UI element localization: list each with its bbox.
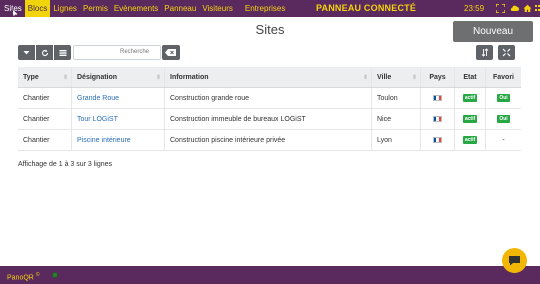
list-icon <box>59 49 66 56</box>
column-header-type[interactable]: Type ⇕ <box>18 67 71 87</box>
cell-favori: Oui <box>485 88 521 108</box>
cell-ville: Toulon <box>371 88 420 108</box>
cell-pays <box>420 130 454 150</box>
favorite-badge: Oui <box>497 115 510 123</box>
cell-designation-link[interactable]: Piscine intérieure <box>71 130 164 150</box>
column-header-favori[interactable]: Favori <box>485 67 521 87</box>
nav-visiteurs[interactable]: Visiteurs <box>199 0 236 17</box>
cloud-icon[interactable] <box>510 4 519 13</box>
sort-button[interactable] <box>476 45 493 60</box>
column-header-information[interactable]: Information ⇕ <box>164 67 371 87</box>
nav-panneau[interactable]: Panneau <box>161 0 199 17</box>
cell-information: Construction immeuble de bureaux LOGiST <box>164 109 371 129</box>
sort-arrows-icon <box>481 48 488 58</box>
cell-favori: - <box>485 130 521 150</box>
sort-icon: ⇕ <box>411 75 417 81</box>
fullscreen-icon[interactable] <box>495 3 506 14</box>
copyright-mark: © <box>35 272 40 278</box>
nav-permis[interactable]: Permis <box>80 0 111 17</box>
table-row[interactable]: Chantier Piscine intérieure Construction… <box>18 130 521 151</box>
table-header-row: Type ⇕ Désignation ⇕ Information ⇕ Ville ⇕ P… <box>18 67 521 88</box>
cell-type: Chantier <box>23 136 50 144</box>
nav-sites[interactable]: Sites <box>0 0 25 17</box>
sort-icon: ⇕ <box>62 75 68 81</box>
app-brand-title: PANNEAU CONNECTÉ <box>316 3 417 13</box>
new-site-button[interactable]: Nouveau <box>453 21 533 42</box>
cell-etat: actif <box>454 130 485 150</box>
table-row[interactable]: Chantier Tour LOGiST Construction immeub… <box>18 109 521 130</box>
column-header-pays[interactable]: Pays <box>420 67 454 87</box>
backspace-icon <box>165 49 176 56</box>
apps-icon[interactable] <box>535 4 540 13</box>
cell-etat: actif <box>454 109 485 129</box>
search-input[interactable]: Recherche <box>73 45 161 60</box>
clear-search-button[interactable] <box>162 45 180 60</box>
cell-ville: Lyon <box>371 130 420 150</box>
france-flag-icon <box>433 116 442 122</box>
cell-favori: Oui <box>485 109 521 129</box>
status-badge: actif <box>462 94 478 102</box>
sort-icon: ⇕ <box>362 75 368 81</box>
column-header-etat[interactable]: Etat <box>454 67 485 87</box>
sites-table: Type ⇕ Désignation ⇕ Information ⇕ Ville ⇕ P… <box>18 67 521 151</box>
nav-blocs[interactable]: Blocs <box>24 0 51 17</box>
column-header-designation[interactable]: Désignation ⇕ <box>71 67 164 87</box>
nav-lignes[interactable]: Lignes <box>50 0 80 17</box>
nav-evenements[interactable]: Evènements <box>111 0 161 17</box>
cell-pays <box>420 109 454 129</box>
sort-icon: ⇕ <box>155 75 161 81</box>
cell-pays <box>420 88 454 108</box>
cell-type: Chantier <box>23 115 50 123</box>
fullscreen-table-button[interactable] <box>498 45 515 60</box>
cell-information: Construction piscine intérieure privée <box>164 130 371 150</box>
chat-button[interactable] <box>502 248 527 273</box>
refresh-button[interactable] <box>36 45 53 60</box>
clock: 23:59 <box>464 4 485 13</box>
top-navbar: Sites Blocs Lignes Permis Evènements Pan… <box>0 0 540 17</box>
cell-type: Chantier <box>23 94 50 102</box>
cell-etat: actif <box>454 88 485 108</box>
france-flag-icon <box>433 95 442 101</box>
nav-entreprises[interactable]: Entreprises <box>242 0 288 17</box>
favorite-badge: Oui <box>497 94 510 102</box>
column-header-ville[interactable]: Ville ⇕ <box>371 67 420 87</box>
cell-information: Construction grande roue <box>164 88 371 108</box>
france-flag-icon <box>433 137 442 143</box>
pagination-info: Affichage de 1 à 3 sur 3 lignes <box>18 161 113 168</box>
app-name: PanoQR © <box>7 272 40 282</box>
refresh-icon <box>41 49 48 56</box>
table-row[interactable]: Chantier Grande Roue Construction grande… <box>18 88 521 109</box>
cell-designation-link[interactable]: Tour LOGiST <box>71 109 164 129</box>
bottom-bar: PanoQR © <box>0 266 540 284</box>
connection-status-icon <box>52 272 58 278</box>
status-badge: actif <box>462 136 478 144</box>
export-dropdown-button[interactable] <box>18 45 35 60</box>
home-icon[interactable] <box>523 4 532 13</box>
cell-ville: Nice <box>371 109 420 129</box>
columns-toggle-button[interactable] <box>54 45 71 60</box>
cell-designation-link[interactable]: Grande Roue <box>71 88 164 108</box>
status-badge: actif <box>462 115 478 123</box>
compress-icon <box>502 48 511 57</box>
chat-icon <box>509 256 520 266</box>
